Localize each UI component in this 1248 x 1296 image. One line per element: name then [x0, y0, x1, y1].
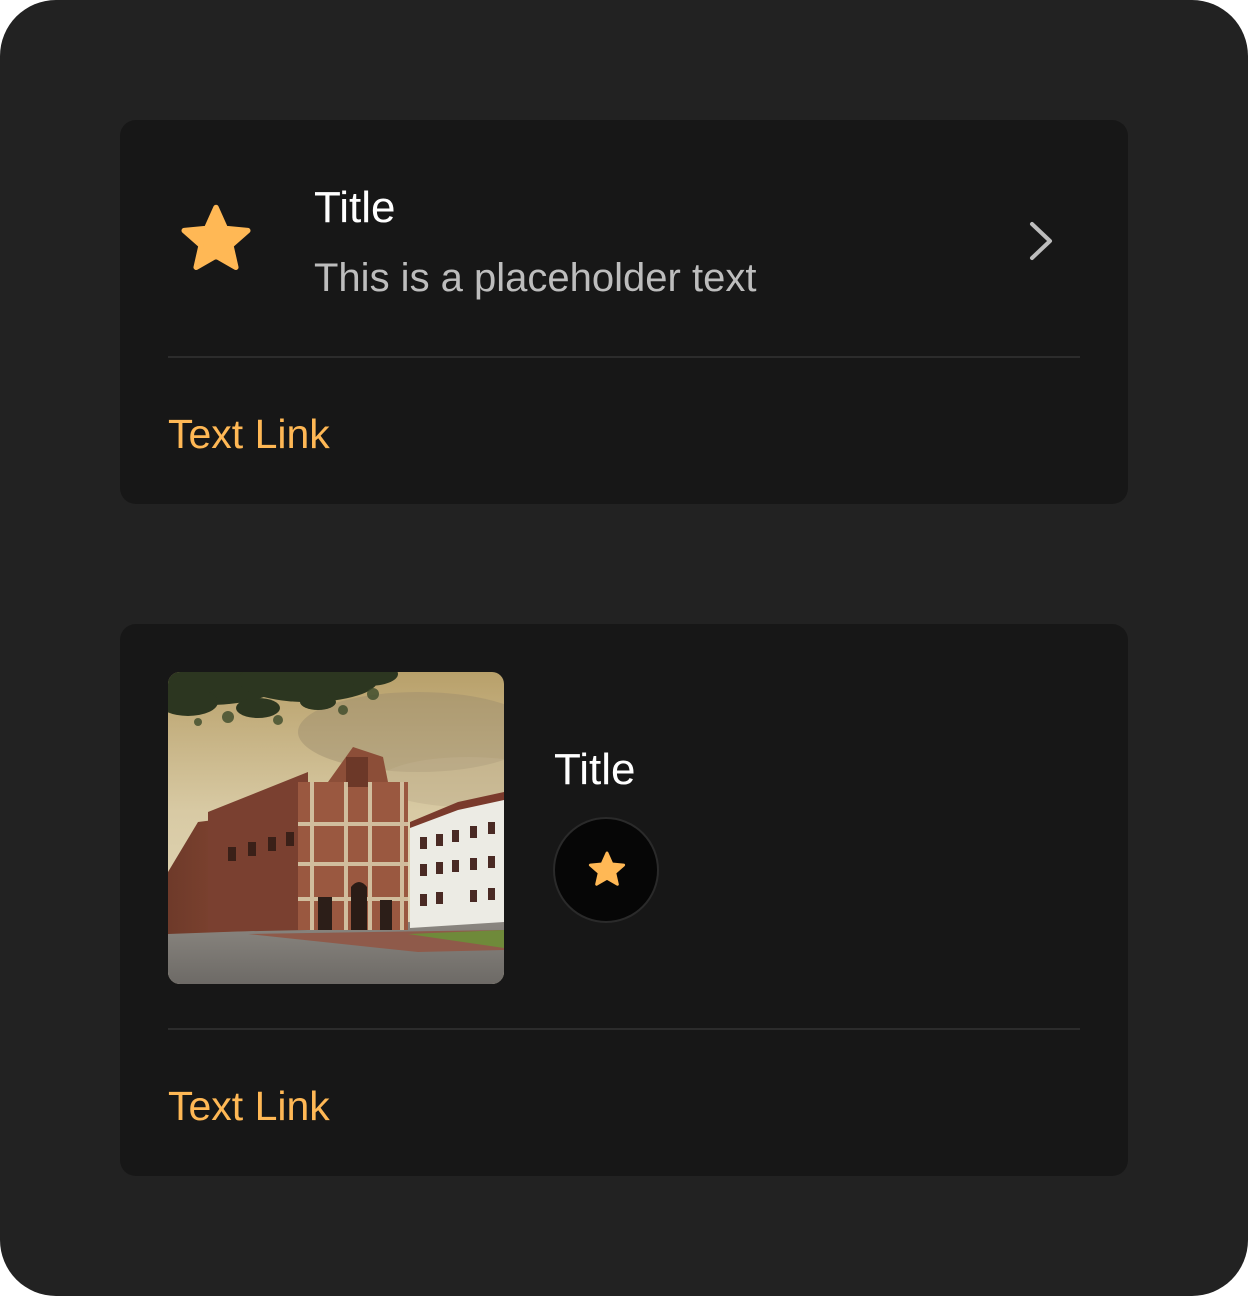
- app-frame: Title This is a placeholder text Text Li…: [0, 0, 1248, 1296]
- star-icon: [588, 851, 626, 886]
- church-photo: [168, 672, 504, 984]
- divider: [168, 356, 1080, 358]
- card-subtitle: This is a placeholder text: [314, 256, 757, 300]
- text-link[interactable]: Text Link: [168, 414, 330, 455]
- card-title: Title: [554, 745, 636, 794]
- favorite-button[interactable]: [553, 817, 659, 923]
- star-icon: [181, 204, 251, 271]
- media-card: Title Text Link: [120, 624, 1128, 1176]
- chevron-right-icon[interactable]: [1024, 218, 1060, 264]
- divider: [168, 1028, 1080, 1030]
- card-title: Title: [314, 183, 396, 232]
- text-link[interactable]: Text Link: [168, 1086, 330, 1127]
- list-card: Title This is a placeholder text Text Li…: [120, 120, 1128, 504]
